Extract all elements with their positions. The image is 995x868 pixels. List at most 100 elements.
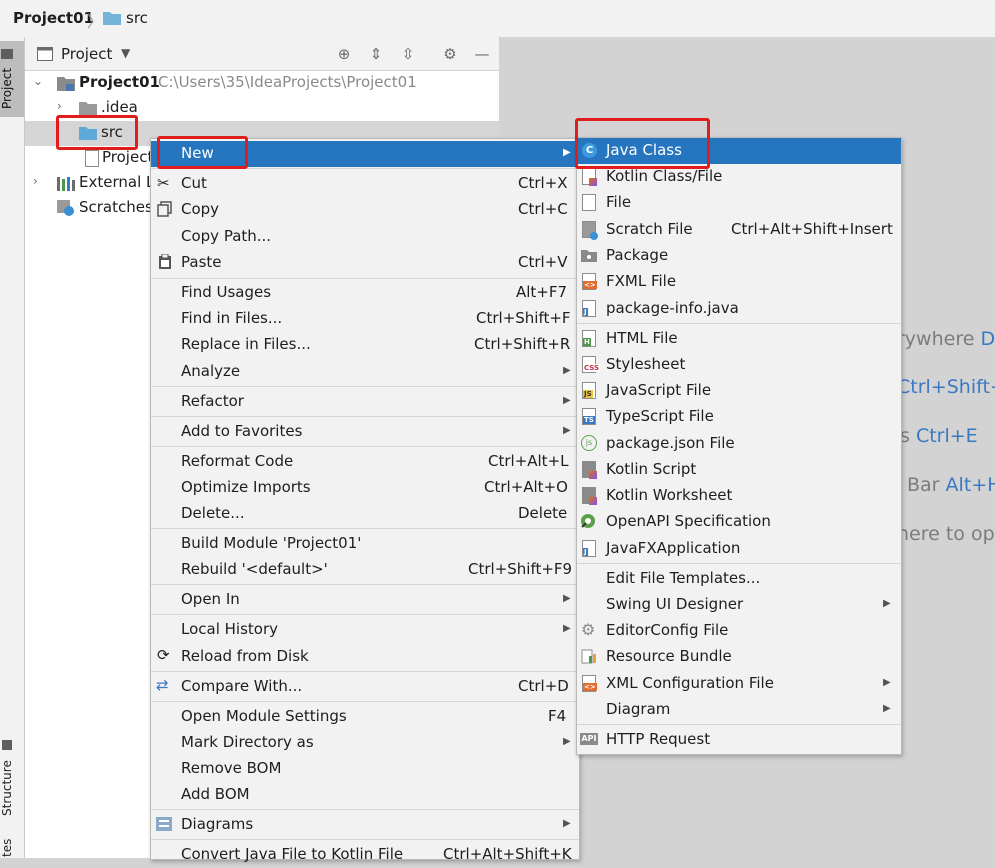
- menu-item-add-bom[interactable]: Add BOM: [151, 782, 579, 808]
- submenu-item-package-json[interactable]: js package.json File: [577, 431, 901, 457]
- submenu-item-kotlin-script[interactable]: Kotlin Script: [577, 457, 901, 483]
- tab-favorites-label: tes: [0, 838, 14, 858]
- submenu-item-typescript-file[interactable]: TS TypeScript File: [577, 404, 901, 430]
- menu-item-find-usages[interactable]: Find Usages Alt+F7: [151, 280, 579, 306]
- submenu-arrow-icon: ▶: [883, 598, 891, 609]
- scratches-label: Scratches: [79, 198, 153, 216]
- tab-structure-label: Structure: [0, 760, 14, 816]
- submenu-item-javafx-app[interactable]: J JavaFXApplication: [577, 536, 901, 562]
- menu-item-diagrams[interactable]: Diagrams ▶: [151, 812, 579, 838]
- menu-item-build-module[interactable]: Build Module 'Project01': [151, 531, 579, 557]
- submenu-item-kotlin-worksheet[interactable]: Kotlin Worksheet: [577, 483, 901, 509]
- menu-item-open-in[interactable]: Open In ▶: [151, 587, 579, 613]
- menu-item-open-module-settings[interactable]: Open Module Settings F4: [151, 704, 579, 730]
- tab-favorites[interactable]: tes: [0, 833, 24, 863]
- menu-item-reformat-code-shortcut: Ctrl+Alt+L: [488, 452, 569, 470]
- menu-item-refactor[interactable]: Refactor ▶: [151, 389, 579, 415]
- breadcrumb-src[interactable]: src: [126, 9, 148, 27]
- tree-row-root[interactable]: ⌄ Project01 C:\Users\35\IdeaProjects\Pro…: [25, 71, 499, 96]
- hint-3-key: Ctrl+E: [915, 425, 978, 447]
- submenu-arrow-icon: ▶: [563, 593, 571, 604]
- menu-item-find-in-files-label: Find in Files...: [181, 309, 283, 327]
- submenu-item-edit-file-templates[interactable]: Edit File Templates...: [577, 566, 901, 592]
- bundle-icon: [581, 649, 596, 664]
- submenu-item-html-file[interactable]: H HTML File: [577, 326, 901, 352]
- window-icon: [37, 47, 53, 61]
- chevron-down-icon[interactable]: ⌄: [33, 74, 43, 88]
- submenu-item-swing-ui-designer[interactable]: Swing UI Designer ▶: [577, 592, 901, 618]
- submenu-item-diagram-label: Diagram: [606, 700, 671, 718]
- collapse-all-icon[interactable]: ⇳: [398, 44, 418, 64]
- menu-item-delete[interactable]: Delete... Delete: [151, 501, 579, 527]
- submenu-item-xml-config[interactable]: <> XML Configuration File ▶: [577, 671, 901, 697]
- locate-icon[interactable]: ⊕: [334, 44, 354, 64]
- menu-item-analyze-label: Analyze: [181, 362, 241, 380]
- menu-item-copy-path[interactable]: Copy Path...: [151, 224, 579, 250]
- menu-item-analyze[interactable]: Analyze ▶: [151, 359, 579, 385]
- menu-item-compare-with[interactable]: ⇄ Compare With... Ctrl+D: [151, 674, 579, 700]
- tab-project[interactable]: Project: [0, 41, 24, 117]
- menu-item-rebuild-label: Rebuild '<default>': [181, 560, 328, 578]
- menu-item-find-in-files[interactable]: Find in Files... Ctrl+Shift+F: [151, 306, 579, 332]
- menu-separator: [151, 584, 579, 585]
- menu-item-add-to-favorites[interactable]: Add to Favorites ▶: [151, 419, 579, 445]
- minimize-icon[interactable]: —: [472, 44, 492, 64]
- submenu-item-diagram[interactable]: Diagram ▶: [577, 697, 901, 723]
- menu-item-optimize-imports[interactable]: Optimize Imports Ctrl+Alt+O: [151, 475, 579, 501]
- expand-all-icon[interactable]: ⇕: [366, 44, 386, 64]
- menu-item-reload-from-disk[interactable]: ⟳ Reload from Disk: [151, 644, 579, 670]
- submenu-item-scratch-file[interactable]: Scratch File Ctrl+Alt+Shift+Insert: [577, 217, 901, 243]
- chevron-down-icon[interactable]: ▼: [121, 46, 130, 60]
- menu-item-cut-label: Cut: [181, 174, 207, 192]
- menu-item-local-history[interactable]: Local History ▶: [151, 617, 579, 643]
- menu-item-convert-java-label: Convert Java File to Kotlin File: [181, 845, 404, 863]
- menu-item-remove-bom[interactable]: Remove BOM: [151, 756, 579, 782]
- menu-separator: [577, 724, 901, 725]
- submenu-item-package[interactable]: Package: [577, 243, 901, 269]
- tab-structure[interactable]: Structure: [0, 733, 24, 823]
- submenu-item-typescript-file-label: TypeScript File: [606, 407, 714, 425]
- menu-item-paste[interactable]: Paste Ctrl+V: [151, 250, 579, 276]
- submenu-item-openapi[interactable]: OpenAPI Specification: [577, 509, 901, 535]
- menu-item-copy-label: Copy: [181, 200, 220, 218]
- menu-item-paste-shortcut: Ctrl+V: [518, 253, 568, 271]
- chevron-right-icon[interactable]: ›: [33, 174, 38, 188]
- menu-item-copy[interactable]: Copy Ctrl+C: [151, 197, 579, 223]
- menu-separator: [151, 386, 579, 387]
- menu-item-rebuild[interactable]: Rebuild '<default>' Ctrl+Shift+F9: [151, 557, 579, 583]
- menu-item-cut[interactable]: ✂ Cut Ctrl+X: [151, 171, 579, 197]
- chevron-right-icon[interactable]: ›: [57, 99, 62, 113]
- menu-item-diagrams-label: Diagrams: [181, 815, 254, 833]
- menu-item-cut-shortcut: Ctrl+X: [518, 174, 568, 192]
- menu-item-replace-in-files[interactable]: Replace in Files... Ctrl+Shift+R: [151, 332, 579, 358]
- package-icon: [581, 250, 597, 262]
- folder-icon: [103, 12, 121, 25]
- external-libraries-label: External L: [79, 173, 155, 191]
- submenu-arrow-icon: ▶: [883, 677, 891, 688]
- submenu-item-http-request[interactable]: API HTTP Request: [577, 727, 901, 753]
- project-view-selector[interactable]: Project: [61, 45, 112, 63]
- menu-item-optimize-imports-label: Optimize Imports: [181, 478, 311, 496]
- menu-item-mark-directory-as[interactable]: Mark Directory as ▶: [151, 730, 579, 756]
- gear-icon[interactable]: ⚙: [440, 44, 460, 64]
- submenu-item-stylesheet-label: Stylesheet: [606, 355, 686, 373]
- menu-item-convert-java[interactable]: Convert Java File to Kotlin File Ctrl+Al…: [151, 842, 579, 868]
- scratches-icon: [57, 200, 74, 216]
- menu-item-reformat-code[interactable]: Reformat Code Ctrl+Alt+L: [151, 449, 579, 475]
- kotlin-icon: [582, 168, 597, 186]
- api-icon: API: [580, 733, 598, 745]
- menu-separator: [151, 671, 579, 672]
- menu-separator: [151, 701, 579, 702]
- submenu-item-javascript-file[interactable]: JS JavaScript File: [577, 378, 901, 404]
- submenu-item-package-info[interactable]: J package-info.java: [577, 296, 901, 322]
- file-icon: [582, 194, 596, 211]
- submenu-item-fxml-file[interactable]: <> FXML File: [577, 269, 901, 295]
- breadcrumb-project[interactable]: Project01: [13, 9, 94, 27]
- submenu-item-resource-bundle[interactable]: Resource Bundle: [577, 644, 901, 670]
- submenu-item-editorconfig[interactable]: ⚙ EditorConfig File: [577, 618, 901, 644]
- module-folder-icon: [57, 77, 75, 91]
- submenu-item-package-label: Package: [606, 246, 669, 264]
- submenu-item-stylesheet[interactable]: CSS Stylesheet: [577, 352, 901, 378]
- kotlin-icon: [582, 487, 597, 505]
- submenu-item-file[interactable]: File: [577, 190, 901, 216]
